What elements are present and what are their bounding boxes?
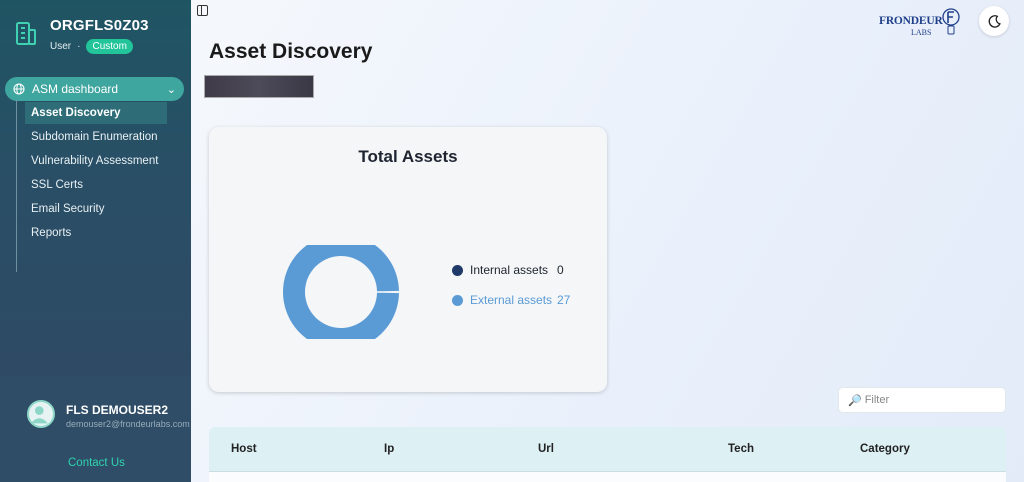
donut-chart <box>282 245 399 339</box>
frondeur-labs-logo: FRONDEUR LABS <box>879 6 963 40</box>
legend-label: Internal assets <box>470 263 549 277</box>
nav-item-ssl-certs[interactable]: SSL Certs <box>25 174 167 196</box>
column-header-category[interactable]: Category <box>860 443 910 455</box>
column-header-host[interactable]: Host <box>231 443 257 455</box>
legend-value: 0 <box>557 263 564 277</box>
column-header-tech[interactable]: Tech <box>728 443 754 455</box>
nav-asm-dashboard[interactable]: ASM dashboard ⌄ <box>5 77 184 101</box>
chevron-down-icon: ⌄ <box>166 83 176 96</box>
avatar[interactable] <box>27 400 55 428</box>
total-assets-card: Total Assets Internal assets 0 External … <box>209 127 607 392</box>
moon-icon <box>988 14 1001 28</box>
card-title: Total Assets <box>358 147 458 166</box>
user-email: demouser2@frondeurlabs.com <box>66 419 190 429</box>
main-content: FRONDEUR LABS Asset Discovery Total Asse… <box>191 0 1024 482</box>
nav-item-subdomain-enumeration[interactable]: Subdomain Enumeration <box>25 126 167 148</box>
theme-toggle-button[interactable] <box>979 6 1009 36</box>
nav-asm-dashboard-label: ASM dashboard <box>32 82 119 96</box>
column-header-url[interactable]: Url <box>538 443 554 455</box>
logo-subtext: LABS <box>911 28 932 37</box>
legend-external[interactable]: External assets 27 <box>452 285 570 315</box>
redacted-block <box>204 75 314 98</box>
org-header: ORGFLS0Z03 User · Custom <box>14 14 149 54</box>
logo-emblem-icon <box>942 8 960 35</box>
legend-dot-internal <box>452 264 463 276</box>
role-separator: · <box>77 41 81 52</box>
nav-item-reports[interactable]: Reports <box>25 222 167 244</box>
legend-internal[interactable]: Internal assets 0 <box>452 255 570 285</box>
logo-text: FRONDEUR <box>879 15 943 27</box>
user-name: FLS DEMOUSER2 <box>66 403 169 417</box>
legend-value: 27 <box>557 293 571 307</box>
sidebar-toggle-icon[interactable] <box>197 5 208 16</box>
legend-dot-external <box>452 294 463 306</box>
user-role: User <box>50 41 72 52</box>
page-title: Asset Discovery <box>209 40 373 63</box>
sidebar: ORGFLS0Z03 User · Custom ASM dashboard ⌄… <box>0 0 191 482</box>
nav-item-asset-discovery[interactable]: Asset Discovery <box>25 102 167 124</box>
donut-slice-external-assets[interactable] <box>282 245 399 339</box>
legend-label: External assets <box>470 293 553 307</box>
search-icon: 🔎 <box>848 394 862 407</box>
org-name: ORGFLS0Z03 <box>50 17 149 34</box>
plan-badge: Custom <box>86 39 133 54</box>
table-header: Host Ip Url Tech Category <box>209 427 1006 472</box>
table-body <box>209 472 1006 482</box>
user-panel: FLS DEMOUSER2 demouser2@frondeurlabs.com… <box>0 376 191 482</box>
nav-item-vulnerability-assessment[interactable]: Vulnerability Assessment <box>25 150 167 172</box>
globe-icon <box>13 83 25 95</box>
nav-item-email-security[interactable]: Email Security <box>25 198 167 220</box>
filter-input[interactable]: 🔎 Filter <box>838 387 1006 413</box>
filter-placeholder: Filter <box>864 394 890 406</box>
chart-legend: Internal assets 0 External assets 27 <box>452 255 570 315</box>
building-icon <box>16 22 36 45</box>
user-icon <box>30 406 48 424</box>
column-header-ip[interactable]: Ip <box>384 443 394 455</box>
nav-divider <box>16 100 17 272</box>
contact-us-link[interactable]: Contact Us <box>68 457 125 469</box>
